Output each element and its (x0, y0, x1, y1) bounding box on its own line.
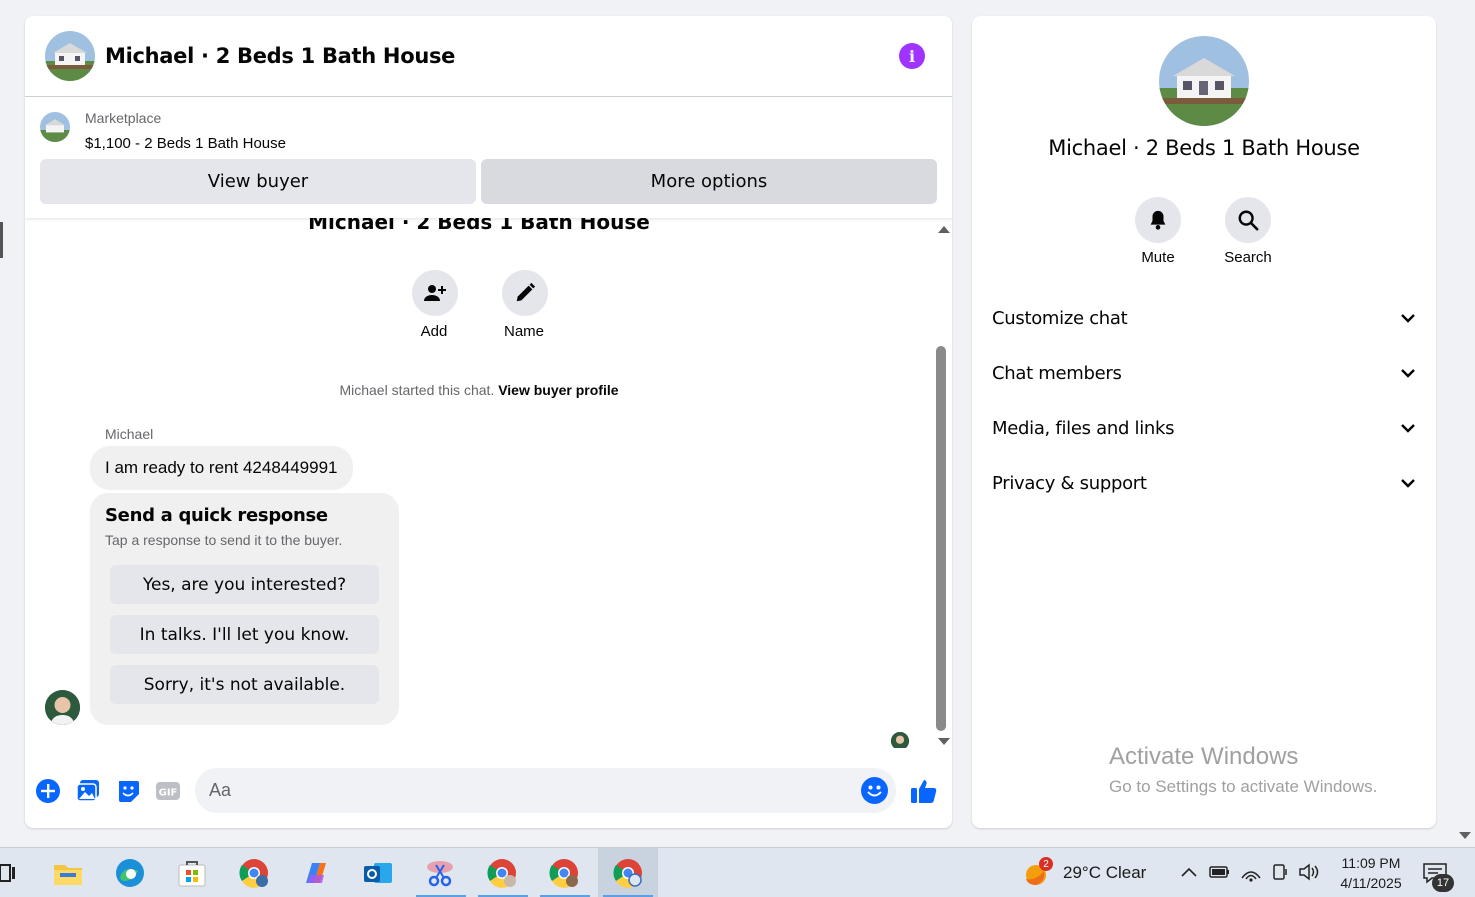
chat-title[interactable]: Michael · 2 Beds 1 Bath House (105, 44, 455, 68)
quick-response-card: Send a quick response Tap a response to … (90, 493, 399, 725)
notification-count-badge: 17 (1432, 874, 1454, 892)
chat-info-panel: Michael · 2 Beds 1 Bath House Mute Searc… (972, 16, 1436, 828)
name-label: Name (503, 323, 544, 340)
chat-header: Michael · 2 Beds 1 Bath House i (25, 16, 952, 97)
window-edge (0, 222, 3, 258)
quick-response-subtitle: Tap a response to send it to the buyer. (105, 532, 343, 548)
thread-title: Michael · 2 Beds 1 Bath House (308, 218, 650, 234)
add-label: Add (420, 323, 448, 340)
listing-price-title[interactable]: $1,100 - 2 Beds 1 Bath House (85, 135, 286, 152)
chrome-profile-2-icon[interactable] (486, 857, 518, 889)
system-message: Michael started this chat. View buyer pr… (25, 382, 933, 398)
view-buyer-profile-link[interactable]: View buyer profile (498, 382, 618, 398)
info-icon[interactable]: i (899, 43, 925, 69)
mute-label: Mute (1141, 249, 1175, 266)
sticker-icon[interactable] (115, 778, 141, 804)
section-chat-members[interactable]: Chat members (992, 353, 1416, 393)
outlook-icon[interactable] (362, 857, 394, 889)
scroll-down-arrow-icon[interactable] (938, 738, 950, 745)
quick-response-in-talks[interactable]: In talks. I'll let you know. (110, 615, 379, 654)
copilot-icon[interactable] (300, 857, 332, 889)
system-text: Michael started this chat. (339, 382, 495, 398)
pencil-icon (516, 282, 536, 302)
message-list: Michael · 2 Beds 1 Bath House Add Name M… (25, 218, 952, 748)
plus-icon[interactable] (35, 778, 61, 804)
mute-button[interactable] (1135, 197, 1181, 243)
section-label: Customize chat (992, 307, 1128, 329)
section-label: Media, files and links (992, 417, 1175, 439)
sender-name: Michael (105, 426, 154, 442)
battery-icon[interactable] (1209, 863, 1231, 886)
name-button[interactable] (502, 270, 548, 316)
search-button[interactable] (1225, 197, 1271, 243)
sender-avatar[interactable] (45, 690, 80, 725)
activate-windows-watermark: Activate Windows Go to Settings to activ… (1109, 743, 1377, 797)
chrome-profile-3-icon[interactable] (548, 857, 580, 889)
volume-icon[interactable] (1298, 862, 1322, 887)
add-person-icon (424, 285, 446, 301)
task-view-icon[interactable] (0, 863, 16, 883)
section-media-files-links[interactable]: Media, files and links (992, 408, 1416, 448)
chat-panel: Michael · 2 Beds 1 Bath House i Marketpl… (25, 16, 952, 828)
chrome-active-icon[interactable] (612, 857, 644, 889)
file-explorer-icon[interactable] (52, 857, 84, 889)
quick-response-sorry[interactable]: Sorry, it's not available. (110, 665, 379, 704)
wifi-icon[interactable] (1240, 862, 1262, 887)
listing-avatar[interactable] (45, 31, 95, 81)
message-scrollbar[interactable] (933, 218, 952, 748)
seen-indicator-avatar (891, 732, 909, 748)
message-input[interactable] (195, 768, 896, 813)
search-label: Search (1224, 249, 1272, 266)
chevron-up-icon[interactable] (1181, 865, 1197, 883)
scroll-up-arrow-icon[interactable] (938, 226, 950, 233)
section-label: Chat members (992, 362, 1122, 384)
person-photo (45, 690, 80, 725)
view-buyer-button[interactable]: View buyer (40, 159, 476, 204)
chevron-down-icon (1400, 365, 1416, 381)
clock-date: 4/11/2025 (1340, 875, 1402, 891)
add-button[interactable] (412, 270, 458, 316)
composer: GIF (25, 760, 952, 820)
listing-thumbnail[interactable] (40, 112, 70, 142)
listing-banner: Marketplace $1,100 - 2 Beds 1 Bath House… (25, 98, 952, 218)
info-listing-avatar[interactable] (1159, 36, 1249, 126)
photo-icon[interactable] (75, 778, 101, 804)
chevron-down-icon (1400, 420, 1416, 436)
quick-response-title: Send a quick response (105, 505, 328, 526)
gif-icon[interactable]: GIF (155, 778, 181, 804)
more-options-button[interactable]: More options (481, 159, 937, 204)
system-clock[interactable]: 11:09 PM 4/11/2025 (1330, 853, 1412, 893)
page-scroll-down-arrow-icon[interactable] (1459, 832, 1471, 839)
svg-text:GIF: GIF (159, 788, 178, 799)
watermark-subtitle: Go to Settings to activate Windows. (1109, 777, 1378, 796)
clock-time: 11:09 PM (1341, 855, 1401, 871)
bell-icon (1150, 210, 1166, 230)
device-icon[interactable] (1270, 862, 1290, 887)
weather-badge: 2 (1039, 857, 1053, 871)
scroll-thumb[interactable] (936, 346, 946, 731)
edge-browser-icon[interactable] (114, 857, 146, 889)
chevron-down-icon (1400, 475, 1416, 491)
microsoft-store-icon[interactable] (176, 857, 208, 889)
snipping-tool-icon[interactable] (424, 857, 456, 889)
taskbar: 2 29°C Clear 11:09 PM 4/11/2025 17 (0, 847, 1475, 897)
listing-source: Marketplace (85, 110, 162, 126)
section-label: Privacy & support (992, 472, 1147, 494)
thumbs-up-icon[interactable] (909, 776, 939, 806)
watermark-title: Activate Windows (1109, 743, 1299, 770)
chrome-profile-icon[interactable] (238, 857, 270, 889)
emoji-icon[interactable] (861, 777, 888, 804)
info-title: Michael · 2 Beds 1 Bath House (1048, 136, 1360, 160)
weather-text[interactable]: 29°C Clear (1063, 863, 1146, 883)
section-customize-chat[interactable]: Customize chat (992, 298, 1416, 338)
search-icon (1238, 210, 1259, 231)
quick-response-yes[interactable]: Yes, are you interested? (110, 565, 379, 604)
section-privacy-support[interactable]: Privacy & support (992, 463, 1416, 503)
message-bubble[interactable]: I am ready to rent 4248449991 (90, 446, 353, 490)
chevron-down-icon (1400, 310, 1416, 326)
